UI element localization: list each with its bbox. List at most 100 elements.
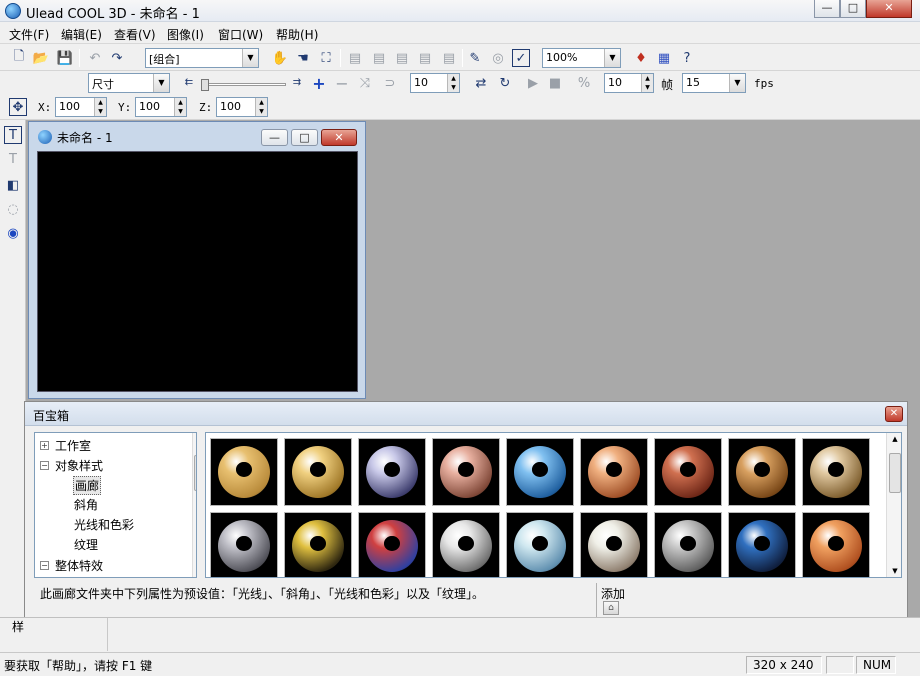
doc-minimize-button[interactable]: — [261, 129, 288, 146]
align-left-icon[interactable]: ▤ [416, 49, 434, 67]
checkbox-icon[interactable]: ✓ [512, 49, 530, 67]
align-top-icon[interactable]: ▤ [346, 49, 364, 67]
globe-icon[interactable]: ◎ [489, 49, 507, 67]
edit-geometry-icon[interactable]: ◌ [4, 200, 22, 218]
remove-keyframe-icon[interactable]: − [333, 74, 351, 93]
undo-icon[interactable]: ↶ [86, 49, 104, 67]
menu-help[interactable]: 帮助(H) [276, 26, 318, 43]
z-spinner[interactable]: 100 ▲ ▼ [216, 97, 268, 117]
bounce-icon[interactable]: ↻ [496, 74, 514, 92]
menu-view[interactable]: 查看(V) [114, 26, 156, 43]
panel-tab-label[interactable]: 样 [12, 618, 24, 635]
timeline-slider[interactable] [201, 79, 286, 91]
resize-icon[interactable]: ⛶ [317, 49, 335, 67]
insert-text-icon[interactable]: T [4, 126, 22, 144]
document-window[interactable]: 未命名 - 1 — □ ✕ [28, 121, 366, 399]
spinner-arrows-icon[interactable]: ▲ ▼ [641, 74, 653, 92]
tree-item-light-color[interactable]: 光线和色彩 [74, 516, 134, 533]
scroll-up-icon[interactable]: ▲ [889, 435, 901, 443]
preset-thumbnail[interactable] [432, 438, 500, 506]
app-icon[interactable] [5, 3, 21, 19]
scroll-down-icon[interactable]: ▼ [889, 567, 901, 575]
stop-icon[interactable]: ■ [546, 74, 564, 92]
spinner-arrows-icon[interactable]: ▲ ▼ [255, 98, 267, 116]
add-preset-icon[interactable]: ⌂ [603, 601, 619, 615]
library-icon[interactable]: ▦ [655, 49, 673, 67]
reverse-icon[interactable]: ⊃ [381, 74, 399, 92]
help-pointer-icon[interactable]: ? [678, 49, 696, 67]
preset-thumbnail[interactable] [210, 512, 278, 577]
doc-maximize-button[interactable]: □ [291, 129, 318, 146]
spinner-arrows-icon[interactable]: ▲ ▼ [94, 98, 106, 116]
chevron-down-icon[interactable]: ▼ [153, 74, 169, 92]
add-keyframe-icon[interactable]: + [310, 74, 328, 93]
tree-item-object-style[interactable]: 对象样式 [55, 457, 103, 474]
maximize-button[interactable]: □ [840, 0, 866, 18]
scroll-down-icon[interactable]: ▼ [194, 567, 196, 575]
preset-thumbnail[interactable] [728, 438, 796, 506]
menu-edit[interactable]: 编辑(E) [61, 26, 102, 43]
preset-thumbnail[interactable] [802, 438, 870, 506]
split-icon[interactable]: ⤨ [356, 74, 374, 92]
edit-text-icon[interactable]: T [4, 150, 22, 168]
paint-icon[interactable]: ♦ [632, 49, 650, 67]
preset-thumbnail[interactable] [284, 438, 352, 506]
slider-thumb[interactable] [201, 79, 209, 91]
redo-icon[interactable]: ↷ [108, 49, 126, 67]
object-select[interactable]: [组合] ▼ [145, 48, 259, 68]
chevron-down-icon[interactable]: ▼ [729, 74, 745, 92]
tree-item-global-effects[interactable]: 整体特效 [55, 557, 103, 574]
collapse-icon[interactable]: − [40, 561, 49, 570]
insert-shape-icon[interactable]: ◉ [4, 224, 22, 242]
spinner-arrows-icon[interactable]: ▲ ▼ [174, 98, 186, 116]
minimize-button[interactable]: — [814, 0, 840, 18]
hand-move-icon[interactable]: ✋ [271, 49, 289, 67]
hand-rotate-icon[interactable]: ☚ [294, 49, 312, 67]
tree-item-gallery[interactable]: 画廊 [73, 476, 102, 495]
position-icon[interactable]: ✥ [9, 98, 27, 116]
new-file-icon[interactable]: 🗋 [10, 49, 28, 67]
preset-thumbnail[interactable] [358, 438, 426, 506]
preset-thumbnail[interactable] [506, 438, 574, 506]
panel-close-button[interactable]: ✕ [885, 406, 903, 422]
preset-thumbnail[interactable] [728, 512, 796, 577]
chevron-down-icon[interactable]: ▼ [242, 49, 258, 67]
spinner-arrows-icon[interactable]: ▲ ▼ [447, 74, 459, 92]
percent-icon[interactable]: % [575, 74, 593, 92]
y-spinner[interactable]: 100 ▲ ▼ [135, 97, 187, 117]
doc-close-button[interactable]: ✕ [321, 129, 357, 146]
open-folder-icon[interactable]: 📂 [32, 49, 50, 67]
scroll-up-icon[interactable]: ▲ [194, 435, 196, 443]
loop-icon[interactable]: ⇄ [472, 74, 490, 92]
align-right-icon[interactable]: ▤ [440, 49, 458, 67]
preset-thumbnail[interactable] [580, 512, 648, 577]
preset-thumbnail[interactable] [654, 438, 722, 506]
preset-thumbnail[interactable] [580, 438, 648, 506]
attribute-select[interactable]: 尺寸 ▼ [88, 73, 170, 93]
frame-spinner[interactable]: 10 ▲ ▼ [604, 73, 654, 93]
close-button[interactable]: ✕ [866, 0, 912, 18]
eye-dropper-icon[interactable]: ✎ [466, 49, 484, 67]
tree-item-texture[interactable]: 纹理 [74, 536, 98, 553]
expand-icon[interactable]: + [40, 441, 49, 450]
render-canvas[interactable] [37, 151, 358, 392]
collapse-icon[interactable]: − [40, 461, 49, 470]
scroll-thumb[interactable] [194, 455, 196, 491]
preset-thumbnail[interactable] [210, 438, 278, 506]
align-middle-icon[interactable]: ▤ [370, 49, 388, 67]
zoom-select[interactable]: 100% ▼ [542, 48, 621, 68]
menu-window[interactable]: 窗口(W) [218, 26, 263, 43]
preset-thumbnail[interactable] [358, 512, 426, 577]
align-bottom-icon[interactable]: ▤ [393, 49, 411, 67]
menu-image[interactable]: 图像(I) [167, 26, 204, 43]
preset-thumbnail[interactable] [432, 512, 500, 577]
step-spinner[interactable]: 10 ▲ ▼ [410, 73, 460, 93]
play-icon[interactable]: ▶ [524, 74, 542, 92]
x-spinner[interactable]: 100 ▲ ▼ [55, 97, 107, 117]
chevron-down-icon[interactable]: ▼ [604, 49, 620, 67]
preset-thumbnail[interactable] [802, 512, 870, 577]
scroll-thumb[interactable] [889, 453, 901, 493]
fps-select[interactable]: 15 ▼ [682, 73, 746, 93]
insert-geometry-icon[interactable]: ◧ [4, 176, 22, 194]
first-frame-icon[interactable]: ⇇ [180, 73, 198, 91]
